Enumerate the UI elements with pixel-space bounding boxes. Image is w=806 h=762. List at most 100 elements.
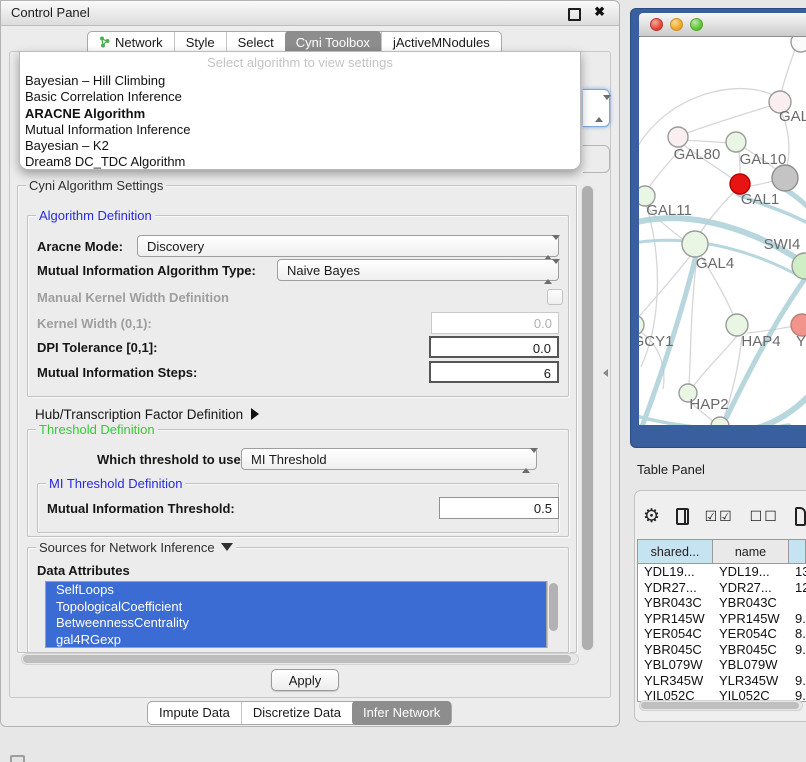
split-pane-collapse-icon[interactable] bbox=[603, 369, 608, 377]
hub-definition-toggle[interactable]: Hub/Transcription Factor Definition bbox=[35, 407, 259, 422]
node-label-hap2: HAP2 bbox=[689, 396, 728, 413]
table-cell: YDL19... bbox=[638, 564, 713, 580]
table-cell: YER054C bbox=[638, 626, 713, 642]
dropdown-item-mutual-information-inference[interactable]: Mutual Information Inference bbox=[20, 122, 580, 138]
hub-definition-label: Hub/Transcription Factor Definition bbox=[35, 407, 243, 422]
gear-icon[interactable]: ⚙ bbox=[643, 505, 660, 528]
network-node-gal4[interactable] bbox=[682, 231, 708, 257]
column-header-name[interactable]: name bbox=[713, 540, 789, 564]
mi-algorithm-type-combobox[interactable]: Naive Bayes bbox=[277, 259, 559, 281]
table-cell: 12 bbox=[789, 580, 806, 596]
table-cell bbox=[789, 657, 806, 673]
grid-handle-icon[interactable] bbox=[10, 755, 25, 762]
network-graph: GALGAL80GAL10GAL1GAL11SWI4GAL4GCY1HAP4YH… bbox=[639, 37, 806, 425]
network-icon bbox=[99, 36, 110, 51]
mi-algorithm-type-value: Naive Bayes bbox=[287, 263, 360, 278]
table-row[interactable]: YBR045CYBR045C9. bbox=[638, 642, 806, 658]
table-cell: YPR145W bbox=[713, 611, 789, 627]
inference-algorithm-combobox-partial[interactable] bbox=[583, 89, 610, 127]
dropdown-item-bayesian-hill-climbing[interactable]: Bayesian – Hill Climbing bbox=[20, 73, 580, 89]
close-icon[interactable]: ✖ bbox=[594, 4, 605, 20]
attribute-item-selfloops[interactable]: SelfLoops bbox=[46, 582, 546, 599]
tab-infer-network[interactable]: Infer Network bbox=[352, 701, 451, 725]
table-row[interactable]: YPR145WYPR145W9. bbox=[638, 611, 806, 627]
algorithm-definition-title: Algorithm Definition bbox=[36, 208, 155, 223]
node-label-gal1: GAL1 bbox=[741, 191, 779, 208]
sources-group-title[interactable]: Sources for Network Inference bbox=[36, 540, 236, 555]
close-traffic-light[interactable] bbox=[650, 18, 663, 31]
table-cell: YLR345W bbox=[638, 673, 713, 689]
kernel-width-field[interactable]: 0.0 bbox=[431, 312, 559, 334]
dpi-tolerance-field[interactable]: 0.0 bbox=[429, 336, 559, 358]
dropdown-item-aracne-algorithm[interactable]: ARACNE Algorithm bbox=[20, 106, 580, 122]
data-attributes-label: Data Attributes bbox=[37, 563, 130, 578]
select-all-checkboxes-icon[interactable]: ☑☑ bbox=[705, 508, 734, 525]
kernel-width-label: Kernel Width (0,1): bbox=[37, 316, 152, 331]
mi-algorithm-type-label: Mutual Information Algorithm Type: bbox=[37, 263, 256, 278]
table-row[interactable]: YDL19...YDL19...13 bbox=[638, 564, 806, 580]
minimize-traffic-light[interactable] bbox=[670, 18, 683, 31]
node-label-gal: GAL bbox=[779, 108, 806, 125]
scrollbar-thumb[interactable] bbox=[582, 186, 593, 650]
aracne-mode-value: Discovery bbox=[147, 239, 204, 254]
float-window-icon[interactable] bbox=[568, 8, 581, 21]
table-horizontal-scrollbar[interactable] bbox=[639, 700, 803, 711]
table-panel-title: Table Panel bbox=[637, 462, 705, 477]
settings-horizontal-scrollbar[interactable] bbox=[21, 653, 579, 665]
table-cell: YBR043C bbox=[713, 595, 789, 611]
tab-discretize-data[interactable]: Discretize Data bbox=[241, 702, 352, 724]
network-node-gal80[interactable] bbox=[668, 127, 688, 147]
control-panel-window: Control Panel ✖ NetworkStyleSelectCyni T… bbox=[0, 0, 620, 727]
dpi-tolerance-label: DPI Tolerance [0,1]: bbox=[37, 340, 157, 355]
network-node-gcy1[interactable] bbox=[639, 315, 644, 335]
mi-threshold-field[interactable]: 0.5 bbox=[439, 497, 559, 519]
network-node-unlabeled[interactable] bbox=[791, 37, 806, 52]
tab-label: jActiveMNodules bbox=[393, 35, 490, 50]
network-node-unlabeled[interactable] bbox=[772, 165, 798, 191]
data-attributes-list: SelfLoopsTopologicalCoefficientBetweenne… bbox=[45, 581, 547, 648]
table-cell: YDR27... bbox=[713, 580, 789, 596]
deselect-all-checkboxes-icon[interactable]: ☐☐ bbox=[750, 508, 779, 525]
dropdown-prompt: Select algorithm to view settings bbox=[20, 52, 580, 73]
document-icon[interactable] bbox=[795, 507, 806, 526]
dropdown-item-dream8-dc-tdc-algorithm[interactable]: Dream8 DC_TDC Algorithm bbox=[20, 154, 580, 170]
mi-steps-field[interactable]: 6 bbox=[429, 361, 559, 383]
scrollbar-thumb[interactable] bbox=[23, 655, 571, 663]
mi-threshold-label: Mutual Information Threshold: bbox=[47, 501, 235, 516]
zoom-traffic-light[interactable] bbox=[690, 18, 703, 31]
column-view-icon[interactable] bbox=[676, 508, 689, 525]
attribute-item-gal4rgexp[interactable]: gal4RGexp bbox=[46, 632, 546, 648]
table-row[interactable]: YDR27...YDR27...12 bbox=[638, 580, 806, 596]
table-cell: YBR045C bbox=[638, 642, 713, 658]
table-row[interactable]: YLR345WYLR345W9. bbox=[638, 673, 806, 689]
dropdown-item-bayesian-k2[interactable]: Bayesian – K2 bbox=[20, 138, 580, 154]
column-header-2[interactable] bbox=[789, 540, 806, 564]
node-label-gal80: GAL80 bbox=[674, 146, 721, 163]
node-attribute-table: shared...name YDL19...YDL19...13YDR27...… bbox=[637, 539, 806, 702]
attribute-item-betweennesscentrality[interactable]: BetweennessCentrality bbox=[46, 615, 546, 632]
tab-impute-data[interactable]: Impute Data bbox=[148, 702, 241, 724]
which-threshold-combobox[interactable]: MI Threshold bbox=[241, 448, 537, 470]
tab-label: Style bbox=[186, 35, 215, 50]
combobox-partial bbox=[583, 145, 610, 173]
column-header-shared[interactable]: shared... bbox=[638, 540, 713, 564]
table-cell: YBR043C bbox=[638, 595, 713, 611]
table-row[interactable]: YBL079WYBL079W bbox=[638, 657, 806, 673]
table-row[interactable]: YER054CYER054C8. bbox=[638, 626, 806, 642]
network-canvas[interactable]: GALGAL80GAL10GAL1GAL11SWI4GAL4GCY1HAP4YH… bbox=[639, 37, 806, 425]
table-row[interactable]: YBR043CYBR043C bbox=[638, 595, 806, 611]
table-cell: YDL19... bbox=[713, 564, 789, 580]
tab-label: Select bbox=[238, 35, 274, 50]
tab-label: Network bbox=[115, 35, 163, 50]
network-node-gal10[interactable] bbox=[726, 132, 746, 152]
settings-vertical-scrollbar[interactable] bbox=[581, 185, 594, 651]
attributes-list-scrollbar[interactable] bbox=[547, 581, 559, 648]
manual-kernel-width-checkbox[interactable] bbox=[547, 289, 563, 305]
table-header: shared...name bbox=[638, 540, 806, 564]
scrollbar-thumb[interactable] bbox=[641, 702, 799, 709]
apply-button[interactable]: Apply bbox=[271, 669, 339, 691]
attribute-item-topologicalcoefficient[interactable]: TopologicalCoefficient bbox=[46, 599, 546, 616]
aracne-mode-combobox[interactable]: Discovery bbox=[137, 235, 559, 257]
scrollbar-thumb[interactable] bbox=[549, 583, 558, 631]
dropdown-item-basic-correlation-inference[interactable]: Basic Correlation Inference bbox=[20, 89, 580, 105]
